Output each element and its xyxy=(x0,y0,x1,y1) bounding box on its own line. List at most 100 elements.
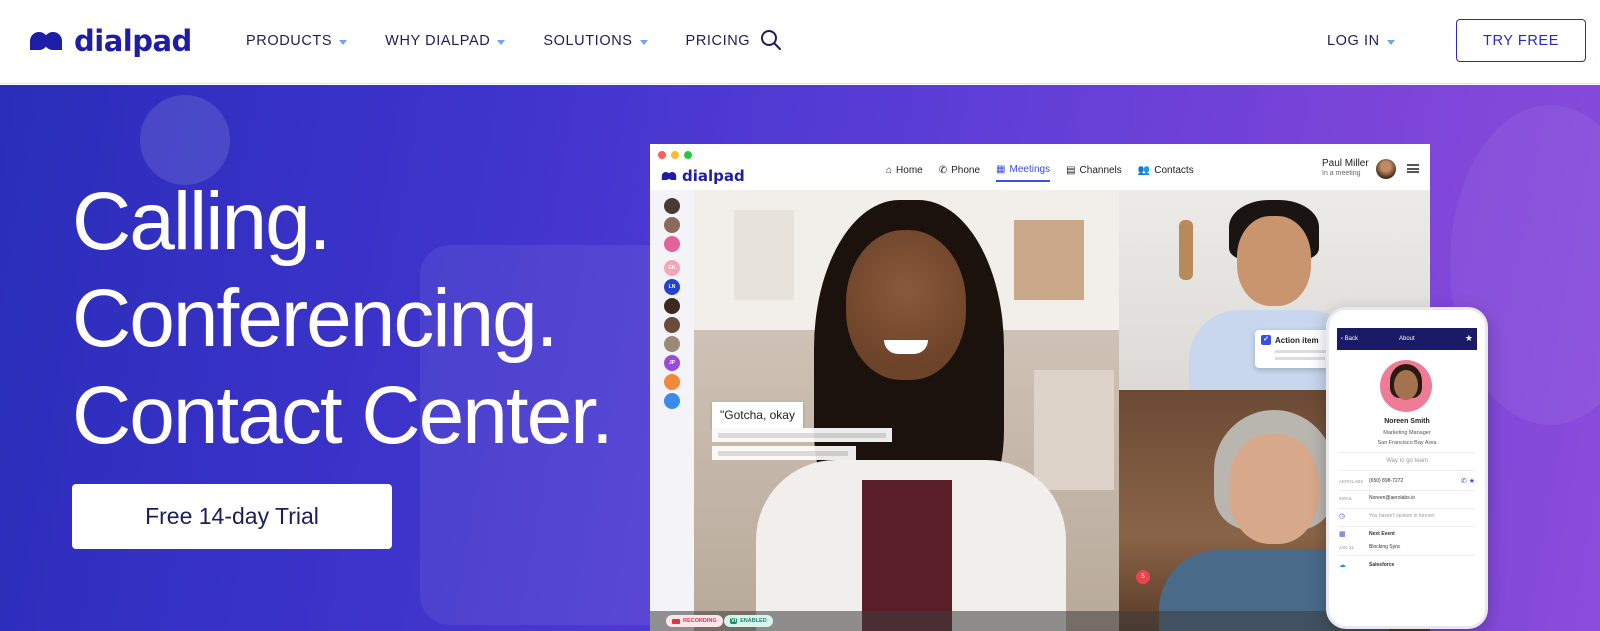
free-trial-button[interactable]: Free 14-day Trial xyxy=(72,484,392,549)
checkbox-icon: ✓ xyxy=(1261,335,1271,345)
contact-role: Marketing Manager xyxy=(1383,430,1431,436)
next-event-row: ▦ Next Event xyxy=(1339,530,1475,538)
main-menu: PRODUCTS WHY DIALPAD SOLUTIONS PRICING xyxy=(246,0,788,82)
tab-home-label: Home xyxy=(896,165,923,176)
row-key: EMAIL xyxy=(1339,495,1353,501)
chevron-down-icon xyxy=(497,39,506,45)
phone-icon: ✆ xyxy=(938,165,948,176)
salesforce-row: ☁ Salesforce xyxy=(1339,561,1475,569)
contacts-icon: 👥 xyxy=(1137,165,1151,176)
last-spoken-row: ◷ You haven't spoken in forever xyxy=(1339,512,1475,520)
recording-icon xyxy=(672,618,680,624)
app-user-status: In a meeting xyxy=(1322,170,1361,177)
divider xyxy=(1339,470,1475,471)
headline-line-3: Contact Center. xyxy=(72,370,614,461)
row-key: JAN 31 xyxy=(1339,544,1354,550)
row-value: Noreen@aerolabs.io xyxy=(1369,495,1415,501)
background-bokeh xyxy=(140,95,230,185)
nav-solutions-label: SOLUTIONS xyxy=(543,33,633,49)
app-logo: dialpad xyxy=(660,167,745,185)
contact-face xyxy=(1394,370,1418,400)
calendar-icon: ▦ xyxy=(996,164,1006,175)
salesforce-cloud-icon: ☁ xyxy=(1339,562,1346,569)
vi-badge: Vi ENABLED xyxy=(724,615,773,627)
chat-icon: ▤ xyxy=(1066,165,1076,176)
divider xyxy=(1339,555,1475,556)
app-user-name: Paul Miller xyxy=(1322,158,1369,169)
divider xyxy=(1339,508,1475,509)
nav-solutions[interactable]: SOLUTIONS xyxy=(543,33,648,49)
top-navigation: dialpad PRODUCTS WHY DIALPAD SOLUTIONS P… xyxy=(0,0,1600,84)
person-face xyxy=(846,230,966,380)
caption-placeholder xyxy=(712,428,892,442)
dialpad-logo[interactable]: dialpad xyxy=(26,24,192,58)
logo-wordmark: dialpad xyxy=(74,24,192,58)
rail-group-icon xyxy=(664,236,680,252)
rail-avatar xyxy=(664,217,680,233)
contact-avatar xyxy=(1380,360,1432,412)
row-value: Next Event xyxy=(1369,531,1395,537)
person-shirt xyxy=(862,480,952,631)
recording-label: RECORDING xyxy=(683,618,717,624)
window-controls xyxy=(658,151,692,159)
contact-tagline: Way to go team xyxy=(1386,458,1428,464)
caption-placeholder xyxy=(712,446,856,460)
login-label: LOG IN xyxy=(1327,33,1380,49)
hero-section: Calling. Conferencing. Contact Center. F… xyxy=(0,85,1600,631)
meeting-status-bar: RECORDING Vi ENABLED xyxy=(650,611,1430,631)
vi-logo-label: Vi xyxy=(730,618,738,624)
rail-avatar xyxy=(664,298,680,314)
tab-contacts: 👥 Contacts xyxy=(1138,164,1194,182)
books xyxy=(734,210,794,300)
login-menu[interactable]: LOG IN xyxy=(1327,0,1395,82)
nav-products[interactable]: PRODUCTS xyxy=(246,33,348,49)
row-key: AEROLABS xyxy=(1339,478,1364,484)
phone-number-row: AEROLABS (650) 898-7272 ✆ ★ xyxy=(1339,477,1475,485)
row-value: Salesforce xyxy=(1369,562,1395,568)
avatar xyxy=(1376,159,1396,179)
rail-globe-icon xyxy=(664,393,680,409)
calendar-icon: ▦ xyxy=(1339,531,1346,538)
contact-name: Noreen Smith xyxy=(1384,418,1430,425)
rail-group-icon xyxy=(664,374,680,390)
nav-pricing[interactable]: PRICING xyxy=(686,33,751,49)
phone-header: ‹ Back About ★ xyxy=(1337,328,1477,350)
app-logo-wordmark: dialpad xyxy=(682,167,745,185)
chevron-down-icon xyxy=(639,39,648,45)
headline-line-1: Calling. xyxy=(72,176,331,267)
rail-initials: JP xyxy=(664,355,680,371)
row-value: Blocking Sync xyxy=(1369,544,1401,550)
app-user-info: Paul Miller In a meeting xyxy=(1322,158,1369,177)
rail-avatar xyxy=(664,317,680,333)
try-free-button[interactable]: TRY FREE xyxy=(1456,19,1586,62)
tab-meetings-label: Meetings xyxy=(1009,164,1051,175)
enabled-label: ENABLED xyxy=(740,618,767,624)
rail-avatar xyxy=(664,198,680,214)
phone-mockup: ‹ Back About ★ Noreen Smith Marketing Ma… xyxy=(1326,307,1488,629)
nav-why-dialpad-label: WHY DIALPAD xyxy=(385,33,491,49)
dialpad-logo-icon xyxy=(30,32,62,50)
back-label: Back xyxy=(1344,336,1359,342)
phone-back: ‹ Back xyxy=(1341,336,1359,342)
nav-why-dialpad[interactable]: WHY DIALPAD xyxy=(385,33,506,49)
close-dot-icon xyxy=(658,151,666,159)
rail-initials: EK xyxy=(664,260,680,276)
home-icon: ⌂ xyxy=(886,165,893,176)
contact-location: San Francisco Bay Area xyxy=(1377,440,1437,446)
tab-meetings: ▦ Meetings xyxy=(996,164,1051,182)
email-row: EMAIL Noreen@aerolabs.io xyxy=(1339,495,1475,501)
rail-initials: LN xyxy=(664,279,680,295)
clock-icon: ◷ xyxy=(1339,513,1346,520)
phone-title: About xyxy=(1399,336,1415,342)
recording-badge: RECORDING xyxy=(666,615,723,627)
hero-headline: Calling. Conferencing. Contact Center. xyxy=(72,173,614,464)
search-icon[interactable] xyxy=(760,29,782,51)
divider xyxy=(1339,490,1475,491)
contact-rail: EK LN JP xyxy=(650,190,694,631)
live-caption: "Gotcha, okay xyxy=(712,402,803,428)
row-value: You haven't spoken in forever xyxy=(1369,513,1435,519)
tab-channels-label: Channels xyxy=(1079,165,1122,176)
maximize-dot-icon xyxy=(684,151,692,159)
divider xyxy=(1339,526,1475,527)
person-face xyxy=(1237,216,1311,306)
